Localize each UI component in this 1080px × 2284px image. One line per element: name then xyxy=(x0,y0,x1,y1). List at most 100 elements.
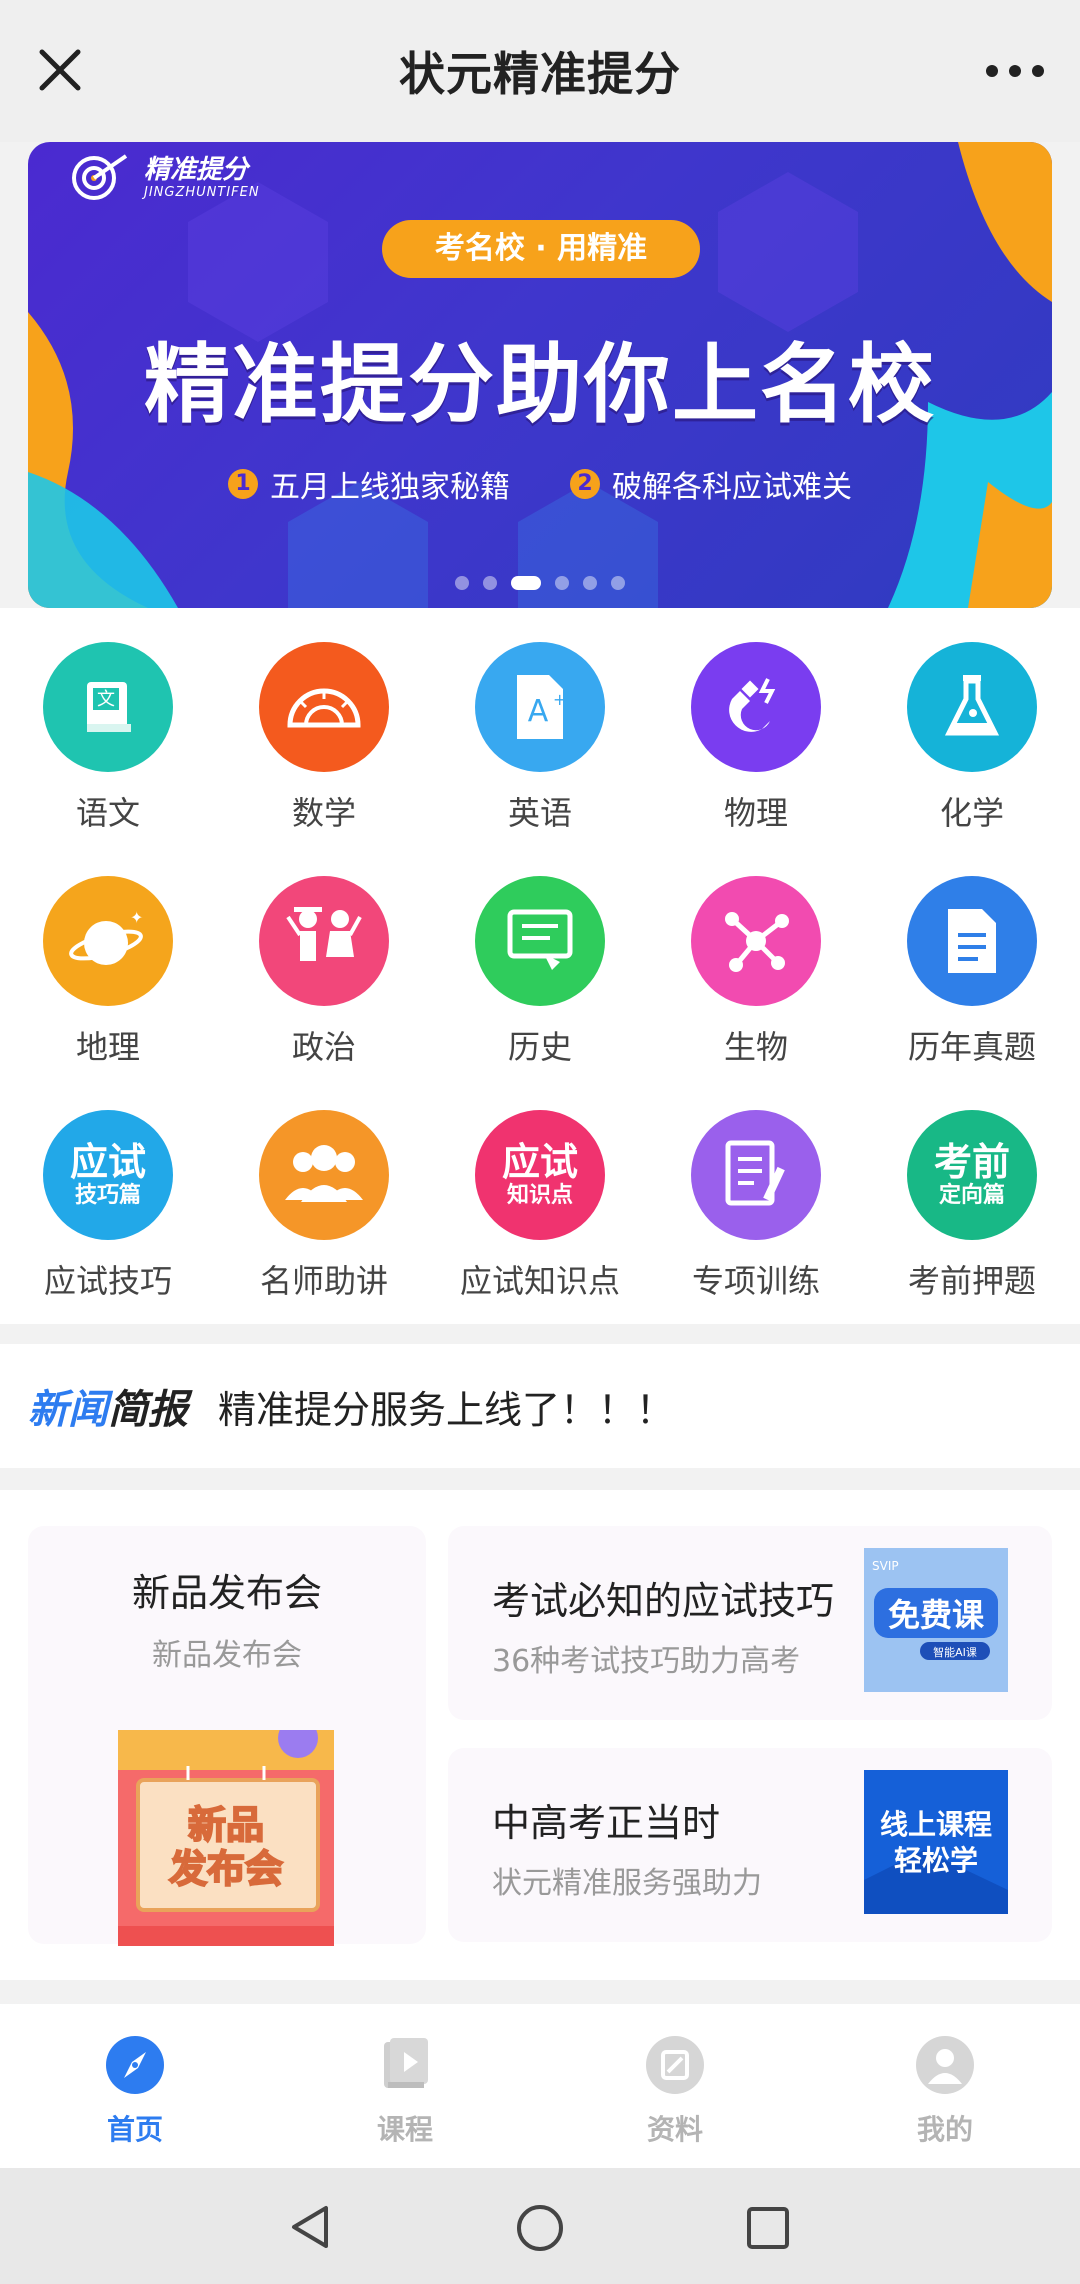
grid-item-label: 化学 xyxy=(939,794,1004,832)
svg-text:文: 文 xyxy=(97,689,115,710)
molecule-icon xyxy=(691,876,821,1006)
system-nav-bar xyxy=(0,2168,1080,2284)
svg-text:+: + xyxy=(553,690,566,709)
grid-item[interactable]: 历年真题 xyxy=(864,842,1080,1076)
card-title: 考试必知的应试技巧 xyxy=(492,1579,835,1623)
carousel-dot[interactable] xyxy=(583,576,597,590)
profile-icon xyxy=(914,2034,976,2096)
grid-item-label: 专项训练 xyxy=(691,1262,820,1300)
more-options-icon[interactable] xyxy=(980,46,1050,96)
document-icon xyxy=(907,876,1037,1006)
flask-icon xyxy=(907,642,1037,772)
news-bar[interactable]: 新闻简报 精准提分服务上线了！！！ xyxy=(0,1344,1080,1468)
materials-icon xyxy=(644,2034,706,2096)
grid-item[interactable]: 物理 xyxy=(648,608,864,842)
banner-points: 1 五月上线独家秘籍 2 破解各科应试难关 xyxy=(28,462,1052,506)
news-headline[interactable]: 精准提分服务上线了！！！ xyxy=(218,1379,674,1434)
carousel-dot[interactable] xyxy=(611,576,625,590)
news-tag-part: 简报 xyxy=(108,1387,188,1433)
target-logo-icon xyxy=(72,154,128,200)
online-course-card[interactable]: 中高考正当时 状元精准服务强助力 线上课程 轻松学 xyxy=(448,1748,1052,1942)
nav-tab[interactable]: 资料 xyxy=(540,2004,810,2168)
bottom-navigation: 首页 课程 资料 我的 xyxy=(0,2004,1080,2168)
news-tag: 新闻简报 xyxy=(28,1377,188,1435)
grid-item-label: 考前押题 xyxy=(907,1262,1036,1300)
recent-apps-icon[interactable] xyxy=(744,2204,792,2252)
grid-item[interactable]: 应试 技巧篇 应试技巧 xyxy=(0,1076,216,1310)
book-icon: 文 xyxy=(43,642,173,772)
badge-text: 应试 技巧篇 xyxy=(69,1140,146,1208)
thumb-text: 免费课 xyxy=(888,1596,985,1634)
grid-item-label: 政治 xyxy=(291,1028,356,1066)
image-text-line: 新品 xyxy=(188,1803,264,1847)
nav-tab-label: 首页 xyxy=(106,2113,163,2146)
grid-item-label: 应试技巧 xyxy=(43,1262,172,1300)
nav-tab-label: 我的 xyxy=(916,2113,973,2146)
notebook-icon xyxy=(691,1110,821,1240)
grid-item[interactable]: 化学 xyxy=(864,608,1080,842)
carousel-dot[interactable] xyxy=(455,576,469,590)
grid-item[interactable]: 政治 xyxy=(216,842,432,1076)
board-icon xyxy=(475,876,605,1006)
subject-grid: 文语文 数学 A + 英语 物理 化学 ✦ 地理 政治 历史 生物 历年真题 应试 技巧篇 应试技巧 名师助讲应… xyxy=(0,608,1080,1324)
nav-tab[interactable]: 首页 xyxy=(0,2004,270,2168)
brand-logo: 精准提分 JINGZHUNTIFEN xyxy=(64,150,260,204)
nav-tab[interactable]: 课程 xyxy=(270,2004,540,2168)
grid-item[interactable]: 历史 xyxy=(432,842,648,1076)
carousel-dot[interactable] xyxy=(555,576,569,590)
point-text: 五月上线独家秘籍 xyxy=(270,470,510,505)
carousel-indicator[interactable] xyxy=(28,576,1052,590)
grid-item[interactable]: 考前 定向篇 考前押题 xyxy=(864,1076,1080,1310)
banner-point: 1 五月上线独家秘籍 xyxy=(228,462,510,506)
thumb-text-line: 线上课程 xyxy=(880,1808,992,1841)
carousel-dot[interactable] xyxy=(483,576,497,590)
grid-item[interactable]: 文语文 xyxy=(0,608,216,842)
card-subtitle: 36种考试技巧助力高考 xyxy=(492,1644,801,1679)
news-tag-part: 新闻 xyxy=(28,1387,108,1433)
grid-item[interactable]: 名师助讲 xyxy=(216,1076,432,1310)
svg-text:✦: ✦ xyxy=(130,908,143,927)
thumb-subtext: 智能AI课 xyxy=(933,1645,977,1659)
grid-item[interactable]: ✦ 地理 xyxy=(0,842,216,1076)
grid-item-label: 英语 xyxy=(507,794,572,832)
online-course-thumbnail: 线上课程 轻松学 xyxy=(864,1770,1008,1914)
card-title: 中高考正当时 xyxy=(492,1801,721,1845)
promo-section: 新品发布会 新品发布会 新品 发布会 考试必知的应试技巧 36种考试技巧助力高考… xyxy=(0,1490,1080,1980)
back-icon[interactable] xyxy=(286,2202,336,2252)
course-icon xyxy=(374,2034,436,2096)
magnet-icon xyxy=(691,642,821,772)
grid-item-label: 生物 xyxy=(723,1028,788,1066)
exam-tips-card[interactable]: 考试必知的应试技巧 36种考试技巧助力高考 SVIP 免费课 智能AI课 xyxy=(448,1526,1052,1720)
grid-item[interactable]: A + 英语 xyxy=(432,608,648,842)
close-icon[interactable] xyxy=(30,40,90,100)
nav-tab[interactable]: 我的 xyxy=(810,2004,1080,2168)
image-text-line: 发布会 xyxy=(169,1847,283,1891)
planet-icon: ✦ xyxy=(43,876,173,1006)
grid-item[interactable]: 数学 xyxy=(216,608,432,842)
grid-item-label: 历史 xyxy=(507,1028,572,1066)
banner-slogan: 考名校 · 用精准 xyxy=(382,220,700,278)
protractor-icon xyxy=(259,642,389,772)
thumb-text-line: 轻松学 xyxy=(894,1844,978,1877)
carousel-dot[interactable] xyxy=(511,576,541,590)
free-course-thumbnail: SVIP 免费课 智能AI课 xyxy=(864,1548,1008,1692)
card-title: 新品发布会 xyxy=(131,1571,322,1615)
grid-item[interactable]: 生物 xyxy=(648,842,864,1076)
svg-text:A: A xyxy=(528,694,549,729)
launch-event-card[interactable]: 新品发布会 新品发布会 新品 发布会 xyxy=(28,1526,426,1946)
promo-banner[interactable]: 精准提分 JINGZHUNTIFEN 考名校 · 用精准 精准提分助你上名校 1… xyxy=(28,142,1052,608)
grid-item[interactable]: 应试 知识点 应试知识点 xyxy=(432,1076,648,1310)
nav-tab-label: 资料 xyxy=(646,2113,703,2146)
knowledge-badge-icon: 应试 知识点 xyxy=(475,1110,605,1240)
compass-icon xyxy=(104,2034,166,2096)
thumb-badge: SVIP xyxy=(872,1559,899,1573)
badge-text: 考前 定向篇 xyxy=(933,1140,1010,1208)
card-subtitle: 状元精准服务强助力 xyxy=(492,1866,762,1901)
english-doc-icon: A + xyxy=(475,642,605,772)
point-text: 破解各科应试难关 xyxy=(612,470,852,505)
exam-badge-icon: 考前 定向篇 xyxy=(907,1110,1037,1240)
grid-item[interactable]: 专项训练 xyxy=(648,1076,864,1310)
launch-event-image: 新品 发布会 xyxy=(118,1730,334,1946)
home-icon[interactable] xyxy=(514,2202,566,2254)
grid-item-label: 语文 xyxy=(75,794,140,832)
